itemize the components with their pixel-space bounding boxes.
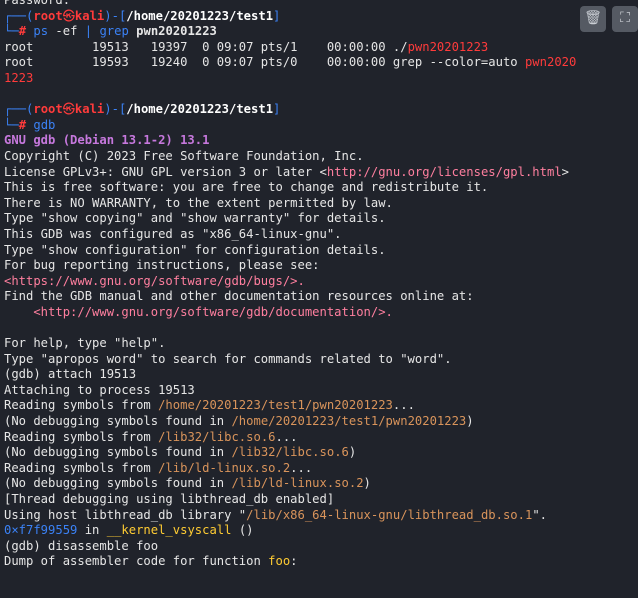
gdb-attaching: Attaching to process 19513 bbox=[4, 382, 195, 397]
command-line-gdb: └─# gdb bbox=[4, 117, 56, 132]
ps-row: root 19513 19397 0 09:07 pts/1 00:00:00 … bbox=[4, 39, 489, 54]
gdb-attach-command: (gdb) attach 19513 bbox=[4, 367, 137, 382]
gdb-bug-reporting: For bug reporting instructions, please s… bbox=[4, 258, 320, 273]
prompt-cwd: /home/20201223/test1 bbox=[126, 102, 274, 117]
prompt-user: root bbox=[33, 8, 63, 23]
expand-icon[interactable]: ⛶ bbox=[612, 6, 638, 32]
gdb-show: Type "show copying" and "show warranty" … bbox=[4, 211, 386, 226]
no-debug-symbols-line: (No debugging symbols found in /lib32/li… bbox=[4, 445, 357, 460]
prompt-line-1: ┌──(root㉿kali)-[/home/20201223/test1] bbox=[4, 8, 281, 23]
thread-debugging-line: [Thread debugging using libthread_db ena… bbox=[4, 492, 335, 506]
pipe-symbol: | bbox=[84, 24, 93, 39]
stop-location-line: 0×f7f99559 in __kernel_vsyscall () bbox=[4, 523, 254, 538]
prompt-cwd: /home/20201223/test1 bbox=[126, 8, 274, 23]
gdb-show-config: Type "show configuration" for configurat… bbox=[4, 242, 386, 257]
license-link[interactable]: http://gnu.org/licenses/gpl.html bbox=[327, 165, 562, 179]
gdb-license: License GPLv3+: GNU GPL version 3 or lat… bbox=[4, 164, 570, 179]
libthread-line: Using host libthread_db library "/lib/x8… bbox=[4, 507, 547, 522]
prompt-host: kali bbox=[74, 8, 105, 23]
gdb-disassemble-command: (gdb) disassemble foo bbox=[4, 538, 159, 553]
gdb-help: For help, type "help". bbox=[4, 336, 166, 351]
file-path: /lib/ld-linux.so.2 bbox=[231, 476, 364, 491]
bugs-link[interactable]: <https://www.gnu.org/software/gdb/bugs/>… bbox=[4, 274, 638, 290]
terminal-toolbar: 🗑 ⛶ bbox=[580, 6, 638, 32]
reading-symbols-line: Reading symbols from /home/20201223/test… bbox=[4, 398, 415, 413]
gdb-free-software: This is free software: you are free to c… bbox=[4, 180, 489, 195]
gdb-copyright: Copyright (C) 2023 Free Software Foundat… bbox=[4, 148, 364, 163]
memory-address: 0×f7f99559 bbox=[4, 523, 78, 538]
terminal-window[interactable]: Password: ┌──(root㉿kali)-[/home/20201223… bbox=[0, 0, 638, 598]
file-path: /home/20201223/test1/pwn20201223 bbox=[231, 414, 467, 429]
file-path: /home/20201223/test1/pwn20201223 bbox=[158, 398, 393, 413]
terminal-output: Password: ┌──(root㉿kali)-[/home/20201223… bbox=[4, 0, 638, 570]
gdb-configured: This GDB was configured as "x86_64-linux… bbox=[4, 226, 342, 241]
reading-symbols-line: Reading symbols from /lib32/libc.so.6... bbox=[4, 429, 298, 444]
file-path: /lib32/libc.so.6 bbox=[158, 429, 276, 444]
file-path: /lib32/libc.so.6 bbox=[231, 445, 349, 460]
command-ps-args: -ef bbox=[55, 24, 78, 39]
command-gdb: gdb bbox=[33, 117, 56, 132]
process-name-highlight: 1223 bbox=[4, 70, 34, 85]
command-grep-arg: pwn20201223 bbox=[136, 24, 217, 39]
terminal-line: Password: bbox=[4, 0, 638, 9]
gdb-warranty: There is NO WARRANTY, to the extent perm… bbox=[4, 195, 393, 210]
gdb-version: GNU gdb (Debian 13.1-2) 13.1 bbox=[4, 133, 210, 148]
file-path: /lib/ld-linux.so.2 bbox=[158, 460, 291, 475]
process-name-highlight: pwn20201223 bbox=[407, 39, 489, 54]
gdb-apropos: Type "apropos word" to search for comman… bbox=[4, 351, 452, 366]
trash-icon[interactable]: 🗑 bbox=[580, 6, 606, 32]
no-debug-symbols-line: (No debugging symbols found in /home/202… bbox=[4, 414, 474, 429]
command-ps: ps bbox=[33, 24, 49, 39]
file-path: /lib/x86_64-linux-gnu/libthread_db.so.1 bbox=[246, 507, 533, 522]
ps-row-wrap: 1223 bbox=[4, 71, 638, 87]
prompt-host: kali bbox=[74, 102, 105, 117]
documentation-link[interactable]: <http://www.gnu.org/software/gdb/documen… bbox=[4, 305, 638, 321]
prompt-line-2: ┌──(root㉿kali)-[/home/20201223/test1] bbox=[4, 102, 281, 117]
password-prompt: Password: bbox=[4, 0, 71, 7]
function-name: __kernel_vsyscall bbox=[106, 523, 232, 538]
process-name-highlight: pwn2020 bbox=[524, 55, 577, 70]
skull-icon: ㉿ bbox=[62, 102, 75, 117]
skull-icon: ㉿ bbox=[62, 8, 75, 23]
no-debug-symbols-line: (No debugging symbols found in /lib/ld-l… bbox=[4, 476, 371, 491]
command-line-ps: └─# ps -ef | grep pwn20201223 bbox=[4, 24, 217, 39]
ps-row: root 19593 19240 0 09:07 pts/0 00:00:00 … bbox=[4, 55, 577, 70]
gdb-manual: Find the GDB manual and other documentat… bbox=[4, 289, 474, 304]
reading-symbols-line: Reading symbols from /lib/ld-linux.so.2.… bbox=[4, 460, 313, 475]
command-grep: grep bbox=[99, 24, 129, 39]
function-name: foo bbox=[268, 554, 291, 569]
dump-line: Dump of assembler code for function foo: bbox=[4, 554, 298, 569]
prompt-user: root bbox=[33, 102, 63, 117]
